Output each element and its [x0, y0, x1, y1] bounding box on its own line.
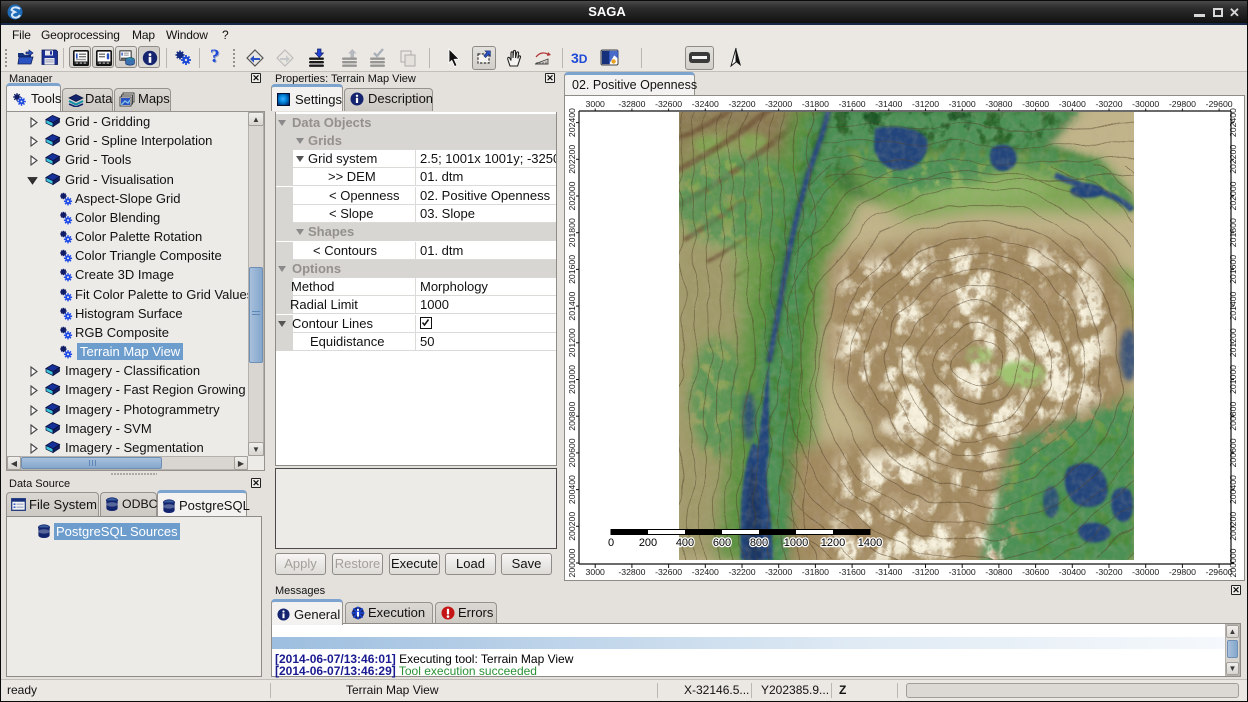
- svg-text:200: 200: [639, 537, 657, 549]
- svg-text:-32000: -32000: [765, 99, 792, 109]
- svg-text:201200: 201200: [567, 328, 577, 357]
- svg-text:200600: 200600: [567, 438, 577, 467]
- svg-text:202200: 202200: [567, 145, 577, 174]
- svg-text:201600: 201600: [567, 255, 577, 284]
- svg-text:-29600: -29600: [1206, 99, 1233, 109]
- svg-text:-31600: -31600: [839, 99, 866, 109]
- svg-text:-31800: -31800: [802, 99, 829, 109]
- svg-text:200200: 200200: [567, 512, 577, 541]
- svg-text:-30400: -30400: [1059, 99, 1086, 109]
- svg-text:202000: 202000: [567, 181, 577, 210]
- svg-text:-30400: -30400: [1059, 567, 1086, 577]
- svg-text:-31600: -31600: [839, 567, 866, 577]
- svg-text:-29800: -29800: [1169, 567, 1196, 577]
- svg-text:-32200: -32200: [728, 99, 755, 109]
- svg-text:200000: 200000: [567, 548, 577, 577]
- svg-text:-30600: -30600: [1022, 567, 1049, 577]
- svg-text:-32600: -32600: [655, 99, 682, 109]
- svg-text:200400: 200400: [567, 475, 577, 504]
- svg-text:-31200: -31200: [912, 567, 939, 577]
- svg-text:-30200: -30200: [1095, 99, 1122, 109]
- svg-text:-32400: -32400: [692, 99, 719, 109]
- svg-text:202400: 202400: [567, 108, 577, 137]
- svg-text:201800: 201800: [567, 218, 577, 247]
- svg-text:-31000: -31000: [949, 567, 976, 577]
- svg-text:3000: 3000: [586, 567, 605, 577]
- svg-text:800: 800: [750, 537, 768, 549]
- svg-text:-32800: -32800: [618, 567, 645, 577]
- svg-text:-32600: -32600: [655, 567, 682, 577]
- svg-text:1000: 1000: [784, 537, 808, 549]
- svg-text:-30200: -30200: [1095, 567, 1122, 577]
- svg-text:400: 400: [676, 537, 694, 549]
- svg-text:1400: 1400: [858, 537, 882, 549]
- svg-text:3000: 3000: [586, 99, 605, 109]
- svg-text:600: 600: [713, 537, 731, 549]
- svg-text:-32400: -32400: [692, 567, 719, 577]
- svg-text:-32000: -32000: [765, 567, 792, 577]
- svg-text:-30600: -30600: [1022, 99, 1049, 109]
- svg-text:-31400: -31400: [875, 567, 902, 577]
- svg-text:200800: 200800: [567, 402, 577, 431]
- svg-text:0: 0: [608, 537, 614, 549]
- svg-text:-30000: -30000: [1132, 567, 1159, 577]
- svg-text:201400: 201400: [567, 291, 577, 320]
- svg-text:-31200: -31200: [912, 99, 939, 109]
- svg-text:-29800: -29800: [1169, 99, 1196, 109]
- svg-text:-30800: -30800: [985, 99, 1012, 109]
- svg-text:-31400: -31400: [875, 99, 902, 109]
- svg-text:-32200: -32200: [728, 567, 755, 577]
- svg-text:-30800: -30800: [985, 567, 1012, 577]
- svg-text:1200: 1200: [821, 537, 845, 549]
- svg-text:-30000: -30000: [1132, 99, 1159, 109]
- svg-text:-32800: -32800: [618, 99, 645, 109]
- svg-text:-31000: -31000: [949, 99, 976, 109]
- svg-text:201000: 201000: [567, 365, 577, 394]
- svg-text:-31800: -31800: [802, 567, 829, 577]
